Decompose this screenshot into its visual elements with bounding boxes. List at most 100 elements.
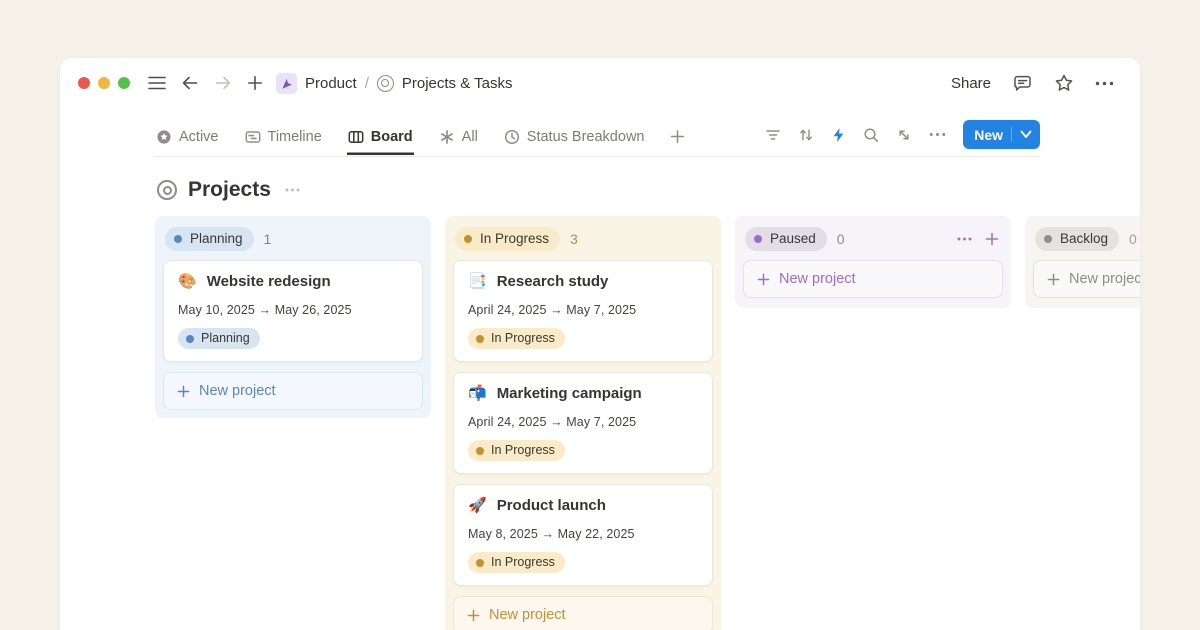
column-name: Backlog (1060, 230, 1108, 248)
workspace-icon[interactable] (276, 73, 297, 94)
column-header: Paused 0 (743, 224, 1003, 260)
board-icon (348, 129, 364, 145)
plus-icon (757, 273, 770, 286)
expand-icon[interactable] (896, 127, 912, 143)
close-button[interactable] (78, 77, 90, 89)
view-tab-bar: Active Timeline Board All Status Breakdo… (155, 120, 1040, 157)
share-button[interactable]: Share (951, 75, 991, 92)
view-more-icon[interactable] (929, 132, 946, 137)
status-dot-icon (186, 335, 194, 343)
target-icon (157, 180, 177, 200)
breadcrumb-page[interactable]: Projects & Tasks (402, 75, 513, 92)
card-emoji-icon: 📬 (468, 386, 487, 401)
comments-icon[interactable] (1012, 73, 1033, 93)
column-name: In Progress (480, 230, 549, 248)
card-title: Website redesign (207, 273, 331, 290)
card-dates: May 10, 2025 → May 26, 2025 (178, 303, 408, 317)
status-dot-icon (174, 235, 182, 243)
tab-board[interactable]: Board (347, 122, 414, 155)
column-status-pill[interactable]: Planning (165, 227, 254, 251)
new-project-button[interactable]: New project (453, 596, 713, 630)
tab-all[interactable]: All (438, 122, 479, 155)
page-title-row: Projects (157, 178, 1140, 202)
column-more-icon[interactable] (957, 237, 972, 241)
column-count: 3 (570, 231, 578, 247)
minimize-button[interactable] (98, 77, 110, 89)
new-button-divider (1011, 127, 1012, 142)
plus-icon (177, 385, 190, 398)
board-column-paused: Paused 0 New project (735, 216, 1011, 308)
column-header: In Progress 3 (453, 224, 713, 260)
card-dates: May 8, 2025 → May 22, 2025 (468, 527, 698, 541)
forward-arrow-icon[interactable] (214, 75, 232, 91)
status-dot-icon (1044, 235, 1052, 243)
card-emoji-icon: 🎨 (178, 274, 197, 289)
project-card[interactable]: 🎨 Website redesign May 10, 2025 → May 26… (163, 260, 423, 362)
project-card[interactable]: 🚀 Product launch May 8, 2025 → May 22, 2… (453, 484, 713, 586)
view-toolbar: New (765, 120, 1040, 156)
card-dates: April 24, 2025 → May 7, 2025 (468, 415, 698, 429)
column-status-pill[interactable]: Backlog (1035, 227, 1119, 251)
column-add-icon[interactable] (985, 232, 999, 246)
card-status-badge: In Progress (468, 328, 565, 349)
sort-icon[interactable] (798, 127, 814, 143)
new-button[interactable]: New (963, 120, 1040, 149)
kanban-board: Planning 1 🎨 Website redesign May 10, 20… (155, 216, 1140, 630)
chevron-down-icon (1020, 130, 1032, 139)
column-status-pill[interactable]: In Progress (455, 227, 560, 251)
plus-icon (670, 129, 685, 144)
column-count: 1 (264, 231, 272, 247)
zoom-button[interactable] (118, 77, 130, 89)
filter-icon[interactable] (765, 127, 781, 143)
clock-icon (504, 129, 520, 145)
board-column-backlog: Backlog 0 New project (1025, 216, 1140, 308)
status-dot-icon (476, 335, 484, 343)
card-status-badge: In Progress (468, 552, 565, 573)
card-status-badge: In Progress (468, 440, 565, 461)
board-column-planning: Planning 1 🎨 Website redesign May 10, 20… (155, 216, 431, 418)
status-dot-icon (464, 235, 472, 243)
add-view-button[interactable] (669, 122, 686, 154)
card-dates: April 24, 2025 → May 7, 2025 (468, 303, 698, 317)
status-dot-icon (476, 559, 484, 567)
back-arrow-icon[interactable] (181, 75, 199, 91)
page-target-icon (377, 75, 394, 92)
breadcrumb: Product / Projects & Tasks (276, 73, 512, 94)
card-status-badge: Planning (178, 328, 260, 349)
column-name: Paused (770, 230, 816, 248)
timeline-icon (245, 129, 261, 145)
favorite-star-icon[interactable] (1054, 73, 1074, 93)
card-emoji-icon: 📑 (468, 274, 487, 289)
project-card[interactable]: 📬 Marketing campaign April 24, 2025 → Ma… (453, 372, 713, 474)
tab-timeline[interactable]: Timeline (244, 122, 323, 155)
asterisk-icon (439, 129, 455, 145)
hamburger-icon[interactable] (148, 76, 166, 90)
tab-status-breakdown[interactable]: Status Breakdown (503, 122, 646, 155)
page-background: { "titlebar": { "breadcrumb": { "workspa… (0, 0, 1200, 630)
card-title: Research study (497, 273, 609, 290)
new-project-button[interactable]: New project (743, 260, 1003, 298)
column-count: 0 (837, 231, 845, 247)
automations-bolt-icon[interactable] (831, 127, 846, 143)
window-controls (78, 77, 130, 89)
card-title: Marketing campaign (497, 385, 642, 402)
plus-icon (1047, 273, 1060, 286)
tab-active[interactable]: Active (155, 122, 220, 155)
new-project-button[interactable]: New project (1033, 260, 1140, 298)
column-status-pill[interactable]: Paused (745, 227, 827, 251)
star-circle-icon (156, 129, 172, 145)
search-icon[interactable] (863, 127, 879, 143)
plus-icon (467, 609, 480, 622)
column-header: Backlog 0 (1033, 224, 1140, 260)
project-card[interactable]: 📑 Research study April 24, 2025 → May 7,… (453, 260, 713, 362)
new-project-button[interactable]: New project (163, 372, 423, 410)
breadcrumb-separator: / (365, 75, 369, 92)
board-column-in-progress: In Progress 3 📑 Research study April 24,… (445, 216, 721, 630)
new-page-plus-icon[interactable] (247, 75, 263, 91)
titlebar: Product / Projects & Tasks Share (60, 58, 1140, 108)
column-header: Planning 1 (163, 224, 423, 260)
app-window: Product / Projects & Tasks Share Active (60, 58, 1140, 630)
breadcrumb-workspace[interactable]: Product (305, 75, 357, 92)
title-more-icon[interactable] (285, 188, 300, 192)
more-options-icon[interactable] (1095, 81, 1114, 86)
